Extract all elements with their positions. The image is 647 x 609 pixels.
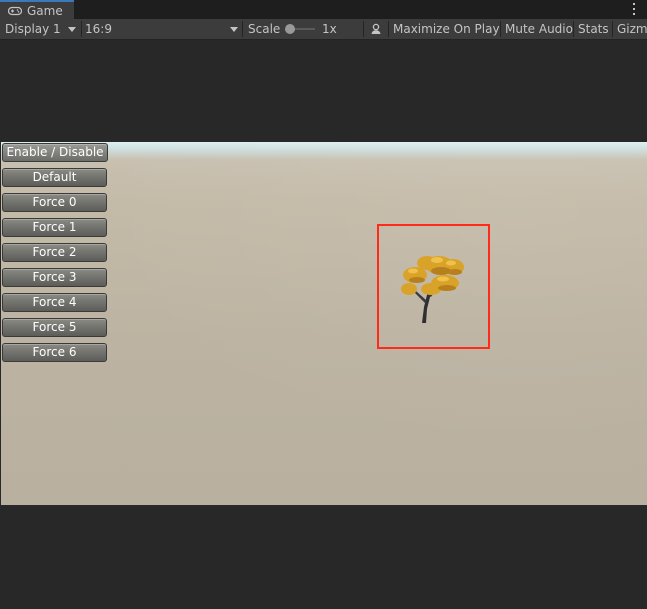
separator [500,21,501,37]
force-4-button[interactable]: Force 4 [2,293,107,312]
aspect-dropdown[interactable]: 16:9 [85,19,112,39]
tab-bar: Game [0,0,647,19]
force-2-button[interactable]: Force 2 [2,243,107,262]
enable-disable-button[interactable]: Enable / Disable [2,143,108,162]
force-5-button[interactable]: Force 5 [2,318,107,337]
separator [81,21,82,37]
maximize-on-play-toggle[interactable]: Maximize On Play [393,19,500,39]
display-value: Display 1 [5,22,61,36]
display-dropdown[interactable]: Display 1 [5,19,61,39]
game-window: Game Display 1 16:9 Scale 1x Maximize On… [0,0,647,609]
aspect-chevron-down-icon [230,27,238,32]
selection-highlight-box [377,224,490,349]
force-6-button[interactable]: Force 6 [2,343,107,362]
separator [363,21,364,37]
display-chevron-down-icon [68,27,76,32]
force-1-button[interactable]: Force 1 [2,218,107,237]
tab-game[interactable]: Game [0,0,74,19]
tab-title: Game [27,3,63,18]
scale-label: Scale [248,22,281,36]
scale-value: 1x [322,22,337,36]
game-toolbar: Display 1 16:9 Scale 1x Maximize On Play… [0,19,647,40]
stats-toggle[interactable]: Stats [578,19,609,39]
default-button[interactable]: Default [2,168,107,187]
separator [388,21,389,37]
separator [242,21,243,37]
kebab-menu-icon[interactable] [631,2,637,16]
mute-audio-toggle[interactable]: Mute Audio [505,19,573,39]
aspect-value: 16:9 [85,22,112,36]
force-3-button[interactable]: Force 3 [2,268,107,287]
person-icon[interactable] [370,23,382,35]
gizmos-toggle[interactable]: Gizmos [617,19,647,39]
separator [612,21,613,37]
separator [573,21,574,37]
force-0-button[interactable]: Force 0 [2,193,107,212]
gamepad-icon [8,6,22,15]
scale-slider-thumb[interactable] [285,24,295,34]
